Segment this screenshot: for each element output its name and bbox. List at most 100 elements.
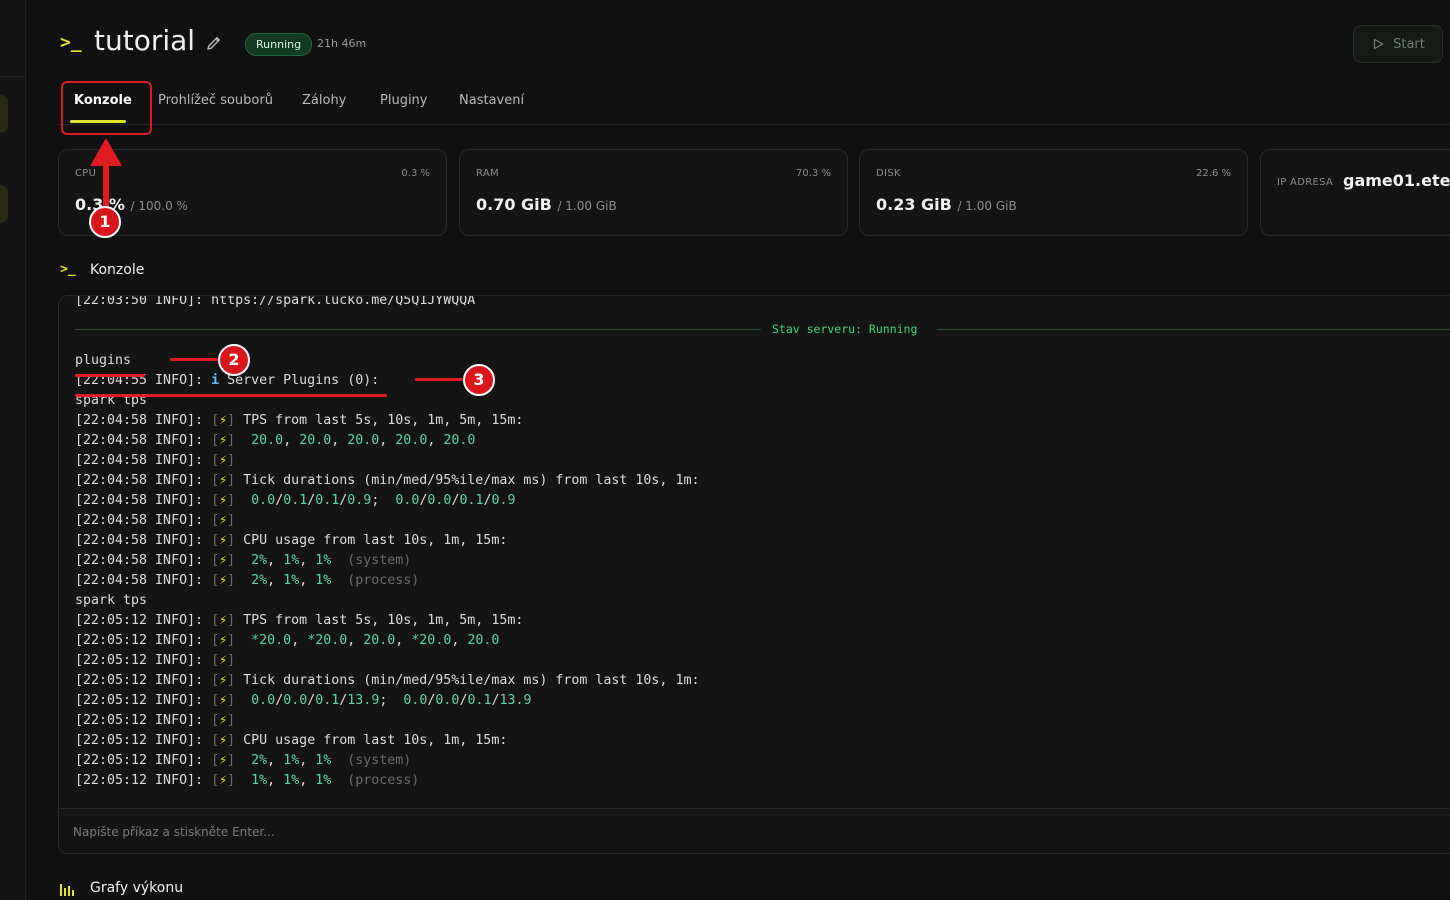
lightning-icon: ⚡ — [219, 673, 228, 688]
tab-settings[interactable]: Nastavení — [459, 80, 524, 124]
console-value: 0.0 — [395, 493, 420, 508]
console-line: [22:05:12 INFO]: [⚡] 2%, 1%, 1% (system) — [75, 751, 1450, 771]
console-text: Server Plugins (0): — [219, 373, 380, 388]
console-separator: ; — [379, 693, 404, 708]
start-button[interactable]: Start — [1353, 25, 1443, 63]
console-value: 1% — [251, 773, 268, 788]
console-line: [22:04:58 INFO]: [⚡] 2%, 1%, 1% (process… — [75, 571, 1450, 591]
console-line: [22:04:55 INFO]: i Server Plugins (0): — [75, 371, 1450, 391]
ip-value[interactable]: game01.etern — [1343, 171, 1450, 190]
console-value: 1% — [283, 553, 300, 568]
console-value: 20.0 — [299, 433, 332, 448]
console-value: 20.0 — [395, 433, 428, 448]
console-line: [22:04:58 INFO]: [⚡] — [75, 511, 1450, 531]
ram-value: 0.70 GiB / 1.00 GiB — [476, 195, 617, 214]
lightning-icon: ⚡ — [219, 573, 228, 588]
console-line: [22:05:12 INFO]: [⚡] CPU usage from last… — [75, 731, 1450, 751]
console-line: [22:04:58 INFO]: [⚡] 20.0, 20.0, 20.0, 2… — [75, 431, 1450, 451]
spark-bracket: [ — [211, 453, 220, 468]
console-separator — [235, 693, 251, 708]
console-prefix: [22:05:12 INFO]: — [75, 693, 212, 708]
ram-total: / 1.00 GiB — [557, 199, 617, 213]
console-value: 1% — [315, 753, 332, 768]
command-input[interactable] — [71, 817, 775, 847]
console-value: 0.1 — [283, 493, 308, 508]
console-separator: ; — [371, 493, 396, 508]
console-value: 0.0 — [435, 693, 460, 708]
spark-bracket: [ — [211, 753, 220, 768]
spark-bracket: ] — [227, 473, 236, 488]
spark-bracket: [ — [211, 673, 220, 688]
console-prefix: [22:05:12 INFO]: — [75, 673, 212, 688]
tab-backups[interactable]: Zálohy — [302, 80, 346, 124]
console-prefix: [22:04:58 INFO]: — [75, 493, 212, 508]
console-text: Tick durations (min/med/95%ile/max ms) f… — [235, 673, 700, 688]
tab-file-browser[interactable]: Prohlížeč souborů — [158, 80, 273, 124]
disk-value-text: 0.23 GiB — [876, 195, 952, 214]
spark-bracket: ] — [227, 493, 236, 508]
spark-bracket: ] — [227, 753, 236, 768]
console-line: plugins — [75, 351, 1450, 371]
ip-card[interactable]: IP ADRESA game01.etern — [1260, 149, 1450, 236]
annotation-underline-3 — [75, 394, 387, 397]
console-separator: , — [291, 633, 308, 648]
console-command: plugins — [75, 353, 132, 368]
rail-nav-item[interactable] — [0, 185, 8, 223]
spark-bracket: [ — [211, 433, 220, 448]
lightning-icon: ⚡ — [219, 753, 228, 768]
console-value: 0.9 — [491, 493, 516, 508]
lightning-icon: ⚡ — [219, 533, 228, 548]
console-line: [22:04:58 INFO]: [⚡] Tick durations (min… — [75, 471, 1450, 491]
console-line: [22:05:12 INFO]: [⚡] *20.0, *20.0, 20.0,… — [75, 631, 1450, 651]
graphs-section-title: Grafy výkonu — [90, 880, 184, 896]
console-line: spark tps — [75, 591, 1450, 611]
console-value: 1% — [283, 773, 300, 788]
console-value: 2% — [251, 753, 268, 768]
lightning-icon: ⚡ — [219, 733, 228, 748]
spark-bracket: [ — [211, 513, 220, 528]
console-value: *20.0 — [251, 633, 292, 648]
console-value: 0.1 — [315, 493, 340, 508]
console-prefix: [22:05:12 INFO]: — [75, 733, 212, 748]
console-line: [22:04:58 INFO]: [⚡] — [75, 451, 1450, 471]
console-text: [22:03:50 INFO]: https://spark.lucko.me/… — [75, 295, 476, 308]
spark-bracket: [ — [211, 633, 220, 648]
spark-bracket: [ — [211, 653, 220, 668]
lightning-icon: ⚡ — [219, 453, 228, 468]
console-value: 1% — [315, 573, 332, 588]
console-value: 0.0 — [427, 493, 452, 508]
console-panel[interactable]: Stav serveru: Running [22:03:50 INFO]: h… — [58, 295, 1450, 854]
pencil-icon[interactable] — [205, 34, 223, 52]
console-value: 20.0 — [363, 633, 396, 648]
left-rail — [0, 0, 26, 900]
command-input-row — [59, 808, 1450, 853]
console-separator — [235, 493, 251, 508]
console-prefix: [22:05:12 INFO]: — [75, 713, 212, 728]
console-tag: (system) — [331, 553, 412, 568]
console-separator: , — [299, 753, 316, 768]
lightning-icon: ⚡ — [219, 693, 228, 708]
lightning-icon: ⚡ — [219, 413, 228, 428]
tab-plugins[interactable]: Pluginy — [380, 80, 428, 124]
console-prefix: [22:04:58 INFO]: — [75, 473, 212, 488]
console-value: 0.9 — [347, 493, 372, 508]
lightning-icon: ⚡ — [219, 613, 228, 628]
spark-bracket: ] — [227, 673, 236, 688]
console-section-title: Konzole — [90, 262, 145, 278]
console-separator: , — [395, 633, 412, 648]
console-separator: , — [379, 433, 396, 448]
spark-bracket: ] — [227, 713, 236, 728]
uptime-text: 21h 46m — [317, 37, 367, 50]
console-separator: , — [283, 433, 300, 448]
ram-percent: 70.3 % — [796, 168, 831, 179]
console-line: [22:05:12 INFO]: [⚡] — [75, 711, 1450, 731]
lightning-icon: ⚡ — [219, 513, 228, 528]
console-value: 1% — [283, 573, 300, 588]
console-value: 2% — [251, 553, 268, 568]
rail-nav-item[interactable] — [0, 95, 8, 133]
console-separator: / — [491, 693, 500, 708]
console-value: 0.0 — [403, 693, 428, 708]
console-separator: , — [267, 553, 284, 568]
disk-percent: 22.6 % — [1196, 168, 1231, 179]
console-separator: , — [299, 573, 316, 588]
